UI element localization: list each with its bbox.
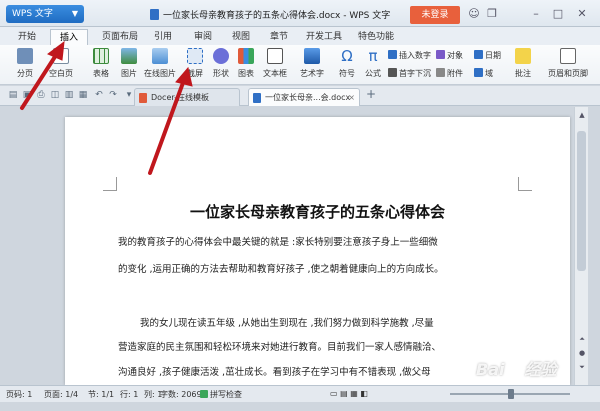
baidu-paw-icon: [506, 362, 523, 378]
arrow-head-insert: [47, 40, 65, 61]
annotation-arrows: [20, 40, 193, 175]
arrow-head-screenshot: [175, 66, 193, 87]
baidu-watermark-logo: Bai 经验: [476, 360, 557, 379]
arrow-to-insert-tab: [20, 50, 60, 110]
arrow-to-screenshot: [148, 78, 186, 175]
